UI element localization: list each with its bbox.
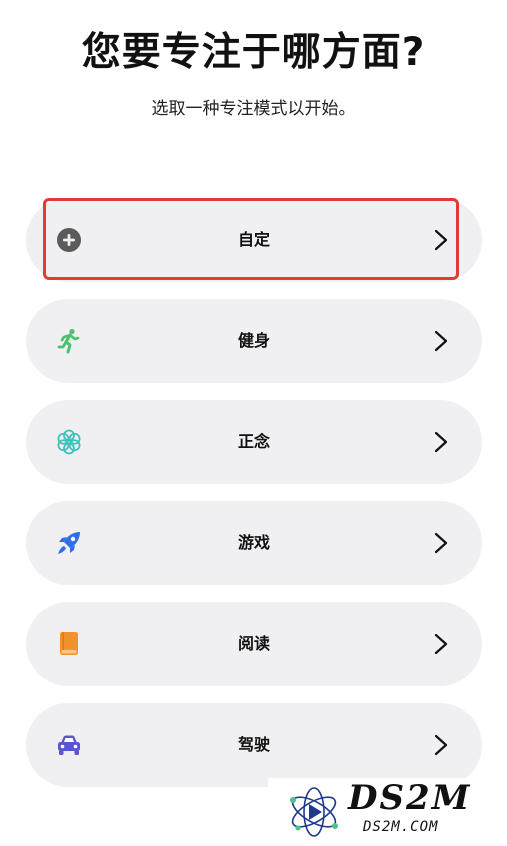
- mode-label: 驾驶: [237, 735, 270, 754]
- chevron-right-icon: [434, 229, 448, 251]
- brand-logo-icon: [284, 782, 344, 842]
- chevron-right-icon: [434, 734, 448, 756]
- focus-mode-list: 自定 健身 正念 游戏 阅读 驾驶: [26, 198, 482, 804]
- chevron-right-icon: [434, 330, 448, 352]
- page-subtitle: 选取一种专注模式以开始。: [151, 99, 356, 119]
- plus-circle-icon: [56, 227, 82, 253]
- watermark-domain: DS2M.COM: [363, 819, 439, 835]
- mode-label: 游戏: [237, 533, 270, 552]
- watermark-brand: DS2M: [348, 778, 472, 818]
- mode-item-gaming[interactable]: 游戏: [26, 501, 482, 585]
- mode-item-fitness[interactable]: 健身: [26, 299, 482, 383]
- page-title: 您要专注于哪方面?: [81, 30, 426, 75]
- chevron-right-icon: [434, 633, 448, 655]
- mode-label: 健身: [237, 331, 270, 350]
- mode-item-custom[interactable]: 自定: [26, 198, 482, 282]
- mode-item-driving[interactable]: 驾驶: [26, 703, 482, 787]
- mode-label: 自定: [237, 230, 270, 249]
- watermark: DS2M DS2M.COM: [268, 778, 507, 845]
- mode-label: 阅读: [237, 634, 270, 653]
- mode-item-mindfulness[interactable]: 正念: [26, 400, 482, 484]
- chevron-right-icon: [434, 532, 448, 554]
- chevron-right-icon: [434, 431, 448, 453]
- mode-label: 正念: [237, 432, 270, 451]
- mode-item-reading[interactable]: 阅读: [26, 602, 482, 686]
